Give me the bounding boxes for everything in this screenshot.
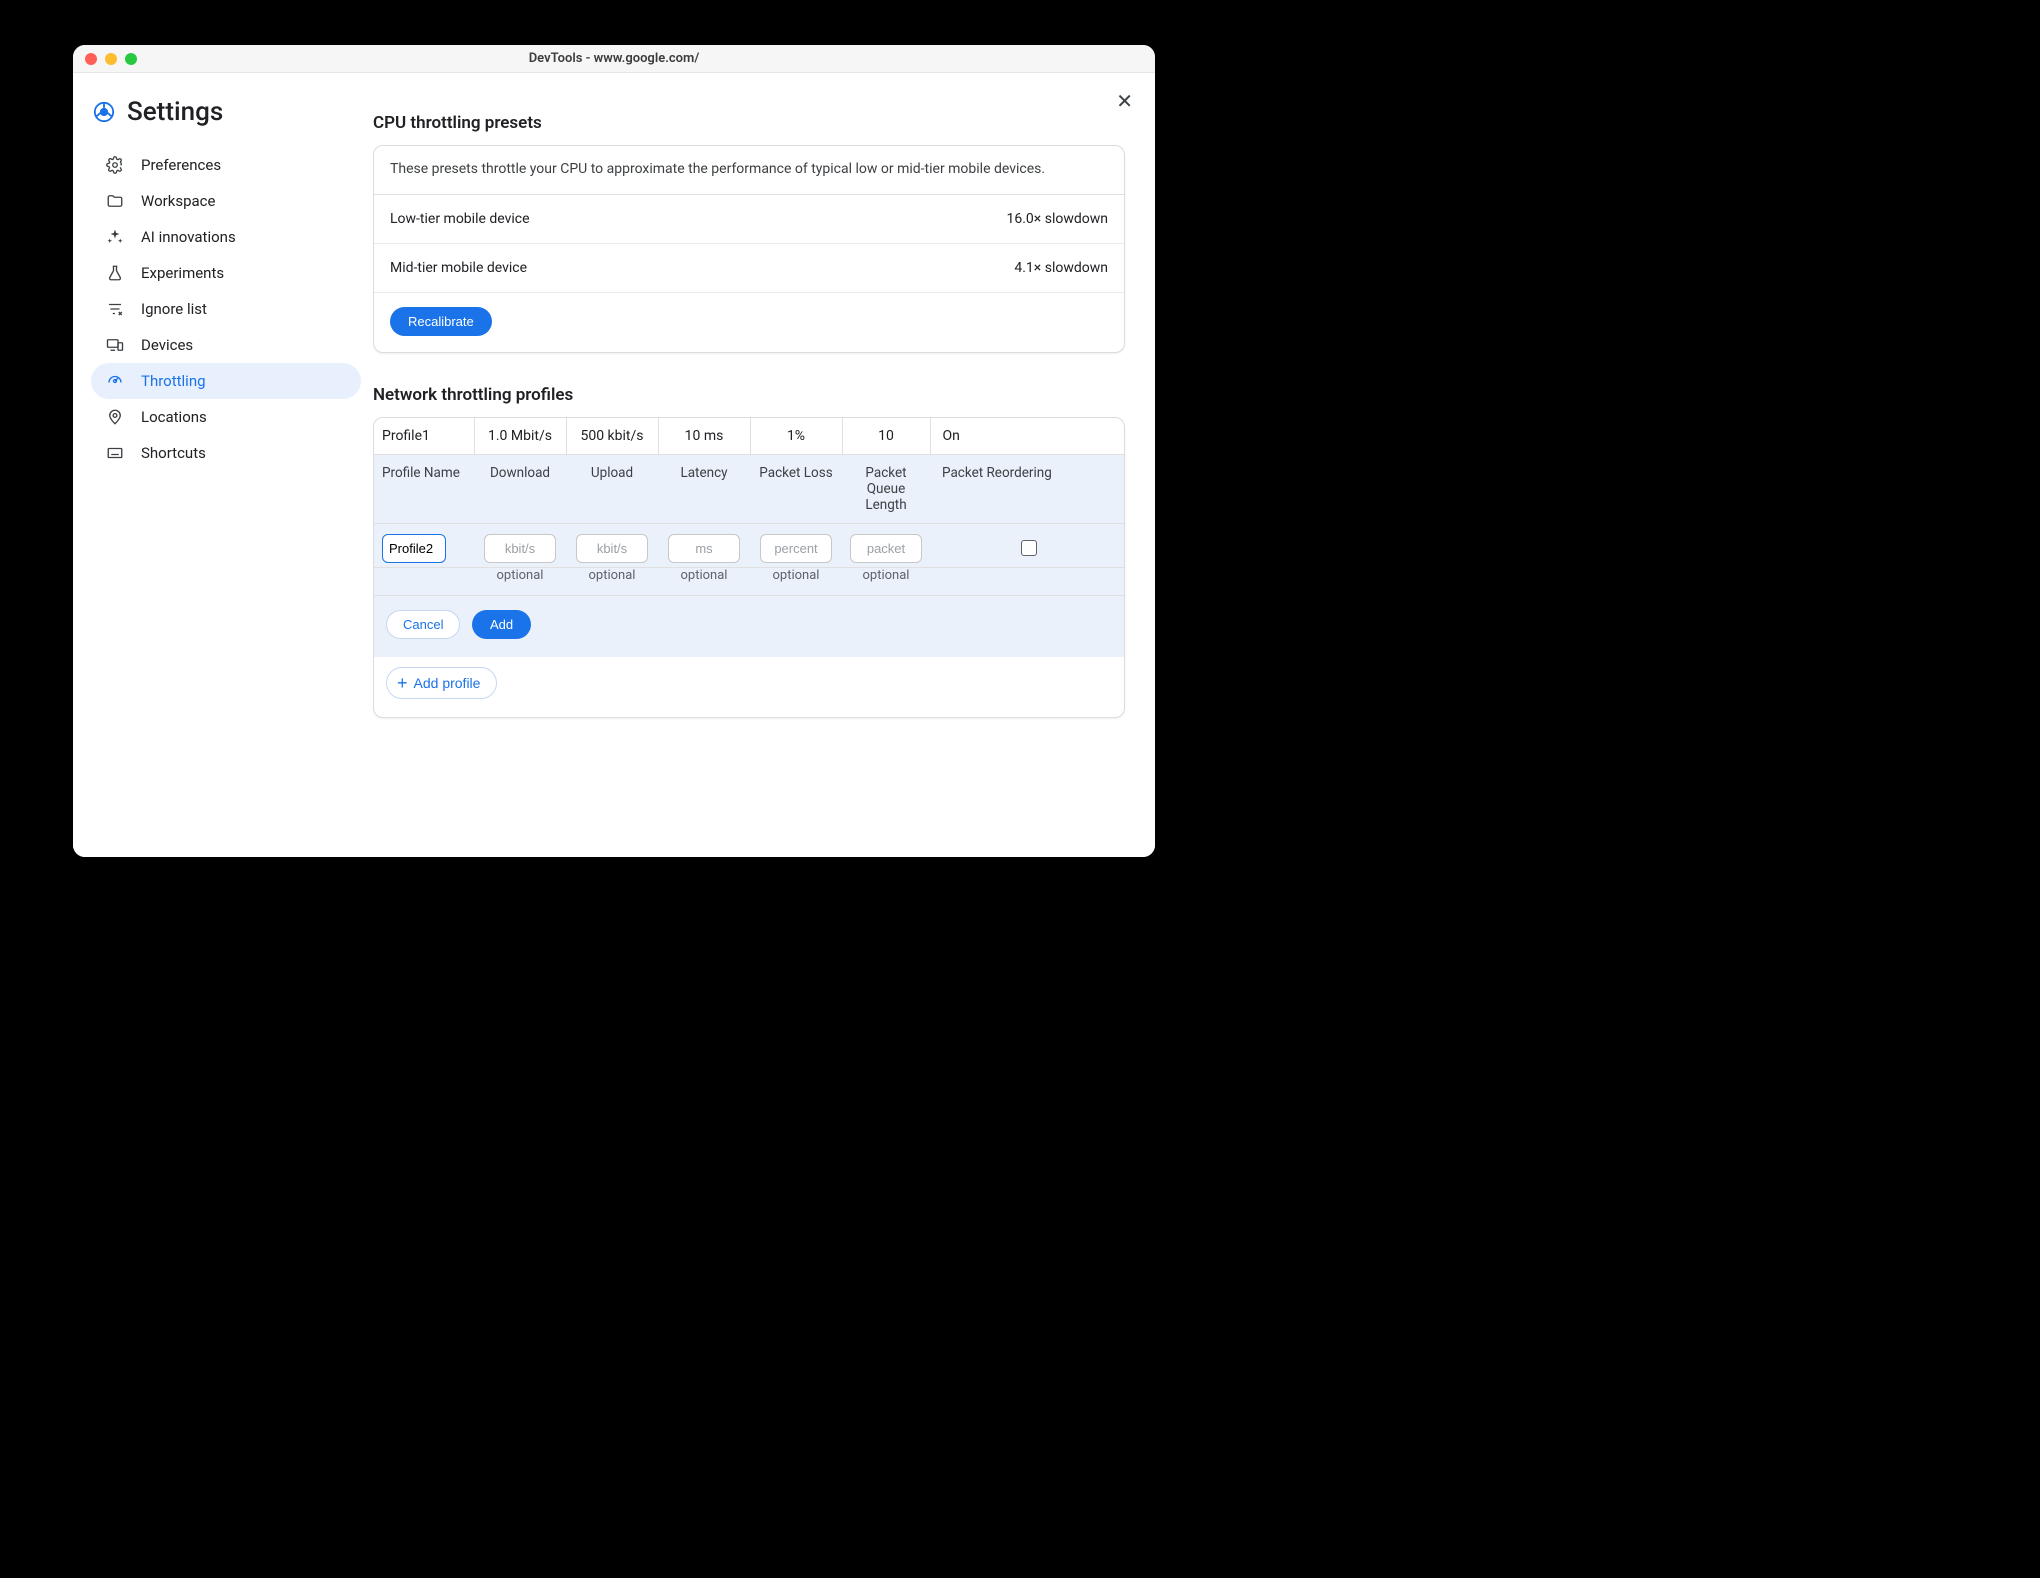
titlebar: DevTools - www.google.com/: [73, 45, 1155, 73]
column-header-reorder: Packet Reordering: [930, 454, 1124, 523]
network-section-title: Network throttling profiles: [373, 385, 1125, 405]
profile-name-cell: Profile1: [374, 418, 474, 455]
cpu-presets-card: These presets throttle your CPU to appro…: [373, 145, 1125, 353]
optional-label: optional: [842, 567, 930, 595]
plus-icon: +: [397, 674, 408, 692]
latency-input[interactable]: [668, 534, 740, 563]
speed-icon: [105, 371, 125, 391]
cpu-card-footer: Recalibrate: [374, 293, 1124, 352]
packet-queue-input[interactable]: [850, 534, 922, 563]
add-profile-button[interactable]: + Add profile: [386, 667, 497, 699]
optional-label: optional: [474, 567, 566, 595]
window-title: DevTools - www.google.com/: [73, 51, 1155, 66]
download-input[interactable]: [484, 534, 556, 563]
content: ✕ Settings Preferences Workspace: [73, 73, 1155, 857]
minimize-window-icon[interactable]: [105, 53, 117, 65]
profile-name-input[interactable]: [382, 534, 446, 563]
cancel-button[interactable]: Cancel: [386, 610, 460, 639]
profile-latency-cell: 10 ms: [658, 418, 750, 455]
sidebar-item-label: Ignore list: [141, 300, 347, 318]
sidebar-item-ai-innovations[interactable]: AI innovations: [91, 219, 361, 255]
add-button[interactable]: Add: [472, 610, 531, 639]
profile-upload-cell: 500 kbit/s: [566, 418, 658, 455]
new-profile-row: [374, 523, 1124, 567]
cpu-presets-description: These presets throttle your CPU to appro…: [374, 146, 1124, 195]
edit-actions-row: Cancel Add: [374, 595, 1124, 657]
sidebar-item-label: Preferences: [141, 156, 347, 174]
optional-label: optional: [566, 567, 658, 595]
window-controls: [85, 53, 137, 65]
settings-header: Settings: [91, 97, 361, 141]
column-header-upload: Upload: [566, 454, 658, 523]
sidebar-item-label: Shortcuts: [141, 444, 347, 462]
sidebar-item-preferences[interactable]: Preferences: [91, 147, 361, 183]
network-profiles-card: Profile1 1.0 Mbit/s 500 kbit/s 10 ms 1% …: [373, 417, 1125, 718]
app-window: DevTools - www.google.com/ ✕ Settings Pr…: [73, 45, 1155, 857]
column-header-loss: Packet Loss: [750, 454, 842, 523]
keyboard-icon: [105, 443, 125, 463]
cpu-preset-value: 16.0× slowdown: [1006, 211, 1108, 227]
column-header-download: Download: [474, 454, 566, 523]
gear-icon: [105, 155, 125, 175]
close-window-icon[interactable]: [85, 53, 97, 65]
sidebar-item-label: Locations: [141, 408, 347, 426]
page-title: Settings: [127, 97, 223, 127]
cpu-preset-name: Mid-tier mobile device: [390, 260, 527, 276]
sidebar-item-experiments[interactable]: Experiments: [91, 255, 361, 291]
flask-icon: [105, 263, 125, 283]
profile-reorder-cell: On: [930, 418, 1124, 455]
column-header-name: Profile Name: [374, 454, 474, 523]
location-icon: [105, 407, 125, 427]
cpu-preset-name: Low-tier mobile device: [390, 211, 530, 227]
sidebar-item-workspace[interactable]: Workspace: [91, 183, 361, 219]
cpu-preset-row: Mid-tier mobile device 4.1× slowdown: [374, 244, 1124, 293]
sidebar-item-devices[interactable]: Devices: [91, 327, 361, 363]
column-header-queue: Packet Queue Length: [842, 454, 930, 523]
close-panel-button[interactable]: ✕: [1116, 91, 1133, 111]
folder-icon: [105, 191, 125, 211]
profile-download-cell: 1.0 Mbit/s: [474, 418, 566, 455]
sidebar-item-label: Throttling: [141, 372, 347, 390]
sidebar: Settings Preferences Workspace AI innova…: [73, 73, 373, 857]
devices-icon: [105, 335, 125, 355]
profile-loss-cell: 1%: [750, 418, 842, 455]
upload-input[interactable]: [576, 534, 648, 563]
optional-label-row: optional optional optional optional opti…: [374, 567, 1124, 595]
sidebar-item-locations[interactable]: Locations: [91, 399, 361, 435]
add-profile-label: Add profile: [414, 675, 481, 691]
cpu-preset-value: 4.1× slowdown: [1014, 260, 1108, 276]
filter-icon: [105, 299, 125, 319]
sidebar-item-throttling[interactable]: Throttling: [91, 363, 361, 399]
optional-label: optional: [750, 567, 842, 595]
network-profiles-table: Profile1 1.0 Mbit/s 500 kbit/s 10 ms 1% …: [374, 418, 1124, 657]
settings-nav: Preferences Workspace AI innovations Exp…: [91, 147, 361, 471]
maximize-window-icon[interactable]: [125, 53, 137, 65]
sidebar-item-label: Workspace: [141, 192, 347, 210]
sparkle-icon: [105, 227, 125, 247]
profile-queue-cell: 10: [842, 418, 930, 455]
recalibrate-button[interactable]: Recalibrate: [390, 307, 492, 336]
sidebar-item-shortcuts[interactable]: Shortcuts: [91, 435, 361, 471]
table-row: Profile1 1.0 Mbit/s 500 kbit/s 10 ms 1% …: [374, 418, 1124, 455]
sidebar-item-label: Devices: [141, 336, 347, 354]
add-profile-footer: + Add profile: [374, 657, 1124, 717]
packet-reordering-checkbox[interactable]: [1021, 540, 1037, 556]
sidebar-item-label: Experiments: [141, 264, 347, 282]
chromium-logo-icon: [93, 101, 115, 123]
main-panel: CPU throttling presets These presets thr…: [373, 73, 1155, 857]
column-header-latency: Latency: [658, 454, 750, 523]
sidebar-item-ignore-list[interactable]: Ignore list: [91, 291, 361, 327]
sidebar-item-label: AI innovations: [141, 228, 347, 246]
table-header-row: Profile Name Download Upload Latency Pac…: [374, 454, 1124, 523]
cpu-section-title: CPU throttling presets: [373, 113, 1125, 133]
optional-label: optional: [658, 567, 750, 595]
cpu-preset-row: Low-tier mobile device 16.0× slowdown: [374, 195, 1124, 244]
packet-loss-input[interactable]: [760, 534, 832, 563]
